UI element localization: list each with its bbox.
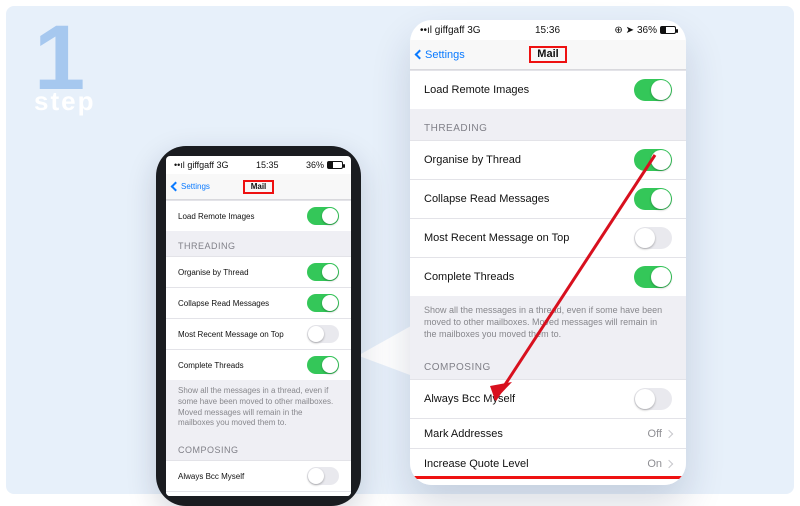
toggle-bcc[interactable] <box>634 388 672 410</box>
row-complete-threads[interactable]: Complete Threads <box>166 349 351 380</box>
back-button[interactable]: Settings <box>416 49 465 61</box>
page-title: Mail <box>243 180 275 194</box>
back-button[interactable]: Settings <box>172 182 210 191</box>
row-most-recent-top[interactable]: Most Recent Message on Top <box>410 218 686 257</box>
nav-bar: Settings Mail <box>410 40 686 70</box>
toggle-most-recent[interactable] <box>634 227 672 249</box>
page-title: Mail <box>529 46 566 63</box>
clock-label: 15:36 <box>535 25 560 36</box>
row-mark-addresses[interactable]: Mark AddressesOff <box>166 491 351 496</box>
row-bcc-myself[interactable]: Always Bcc Myself <box>166 460 351 491</box>
row-signature[interactable]: SignatureChristina Johnson PhD Internati… <box>410 478 686 485</box>
chevron-right-icon <box>665 460 673 468</box>
zoom-panel: ••ıl giffgaff 3G 15:36 ⊕ ➤ 36% Settings … <box>410 20 686 485</box>
toggle-collapse[interactable] <box>307 294 339 312</box>
status-bar: ••ıl giffgaff 3G 15:36 ⊕ ➤ 36% <box>410 20 686 40</box>
row-collapse-read[interactable]: Collapse Read Messages <box>166 287 351 318</box>
phone-screen: ••ıl giffgaff 3G 15:35 36% Settings Mail… <box>166 156 351 496</box>
section-header-composing: COMPOSING <box>410 348 686 379</box>
carrier-label: ••ıl giffgaff 3G <box>174 160 229 170</box>
settings-list: Load Remote Images THREADING Organise by… <box>410 70 686 485</box>
phone-mockup: ••ıl giffgaff 3G 15:35 36% Settings Mail… <box>156 146 361 506</box>
row-organise-thread[interactable]: Organise by Thread <box>410 140 686 179</box>
toggle-organise[interactable] <box>307 263 339 281</box>
chevron-right-icon <box>665 430 673 438</box>
clock-label: 15:35 <box>256 160 279 170</box>
row-collapse-read[interactable]: Collapse Read Messages <box>410 179 686 218</box>
settings-list: Load Remote Images THREADING Organise by… <box>166 200 351 496</box>
status-bar: ••ıl giffgaff 3G 15:35 36% <box>166 156 351 174</box>
row-quote-level[interactable]: Increase Quote LevelOn <box>410 448 686 478</box>
toggle-complete[interactable] <box>307 356 339 374</box>
toggle-organise[interactable] <box>634 149 672 171</box>
row-organise-thread[interactable]: Organise by Thread <box>166 256 351 287</box>
section-header-threading: THREADING <box>410 109 686 140</box>
toggle-load-remote[interactable] <box>307 207 339 225</box>
section-header-composing: COMPOSING <box>166 435 351 460</box>
threading-footer: Show all the messages in a thread, even … <box>166 380 351 435</box>
row-load-remote-images[interactable]: Load Remote Images <box>410 70 686 109</box>
threading-footer: Show all the messages in a thread, even … <box>410 296 686 348</box>
step-word: step <box>34 86 95 117</box>
step-number: 1 <box>34 22 95 96</box>
row-bcc-myself[interactable]: Always Bcc Myself <box>410 379 686 418</box>
section-header-threading: THREADING <box>166 231 351 256</box>
back-label: Settings <box>425 49 465 61</box>
zoom-callout-wedge <box>358 322 418 378</box>
carrier-label: ••ıl giffgaff 3G <box>420 25 481 36</box>
nav-bar: Settings Mail <box>166 174 351 200</box>
row-most-recent-top[interactable]: Most Recent Message on Top <box>166 318 351 349</box>
status-right: 36% <box>306 160 343 170</box>
toggle-most-recent[interactable] <box>307 325 339 343</box>
row-load-remote-images[interactable]: Load Remote Images <box>166 200 351 231</box>
toggle-bcc[interactable] <box>307 467 339 485</box>
toggle-collapse[interactable] <box>634 188 672 210</box>
row-mark-addresses[interactable]: Mark AddressesOff <box>410 418 686 448</box>
battery-icon <box>660 26 676 34</box>
battery-icon <box>327 161 343 169</box>
toggle-load-remote[interactable] <box>634 79 672 101</box>
toggle-complete[interactable] <box>634 266 672 288</box>
step-badge: 1 step <box>34 22 95 117</box>
back-label: Settings <box>181 182 210 191</box>
status-right: ⊕ ➤ 36% <box>614 25 676 36</box>
chevron-left-icon <box>415 50 425 60</box>
tutorial-stage: 1 step ••ıl giffgaff 3G 15:35 36% Settin… <box>6 6 794 494</box>
row-complete-threads[interactable]: Complete Threads <box>410 257 686 296</box>
chevron-left-icon <box>171 182 181 192</box>
